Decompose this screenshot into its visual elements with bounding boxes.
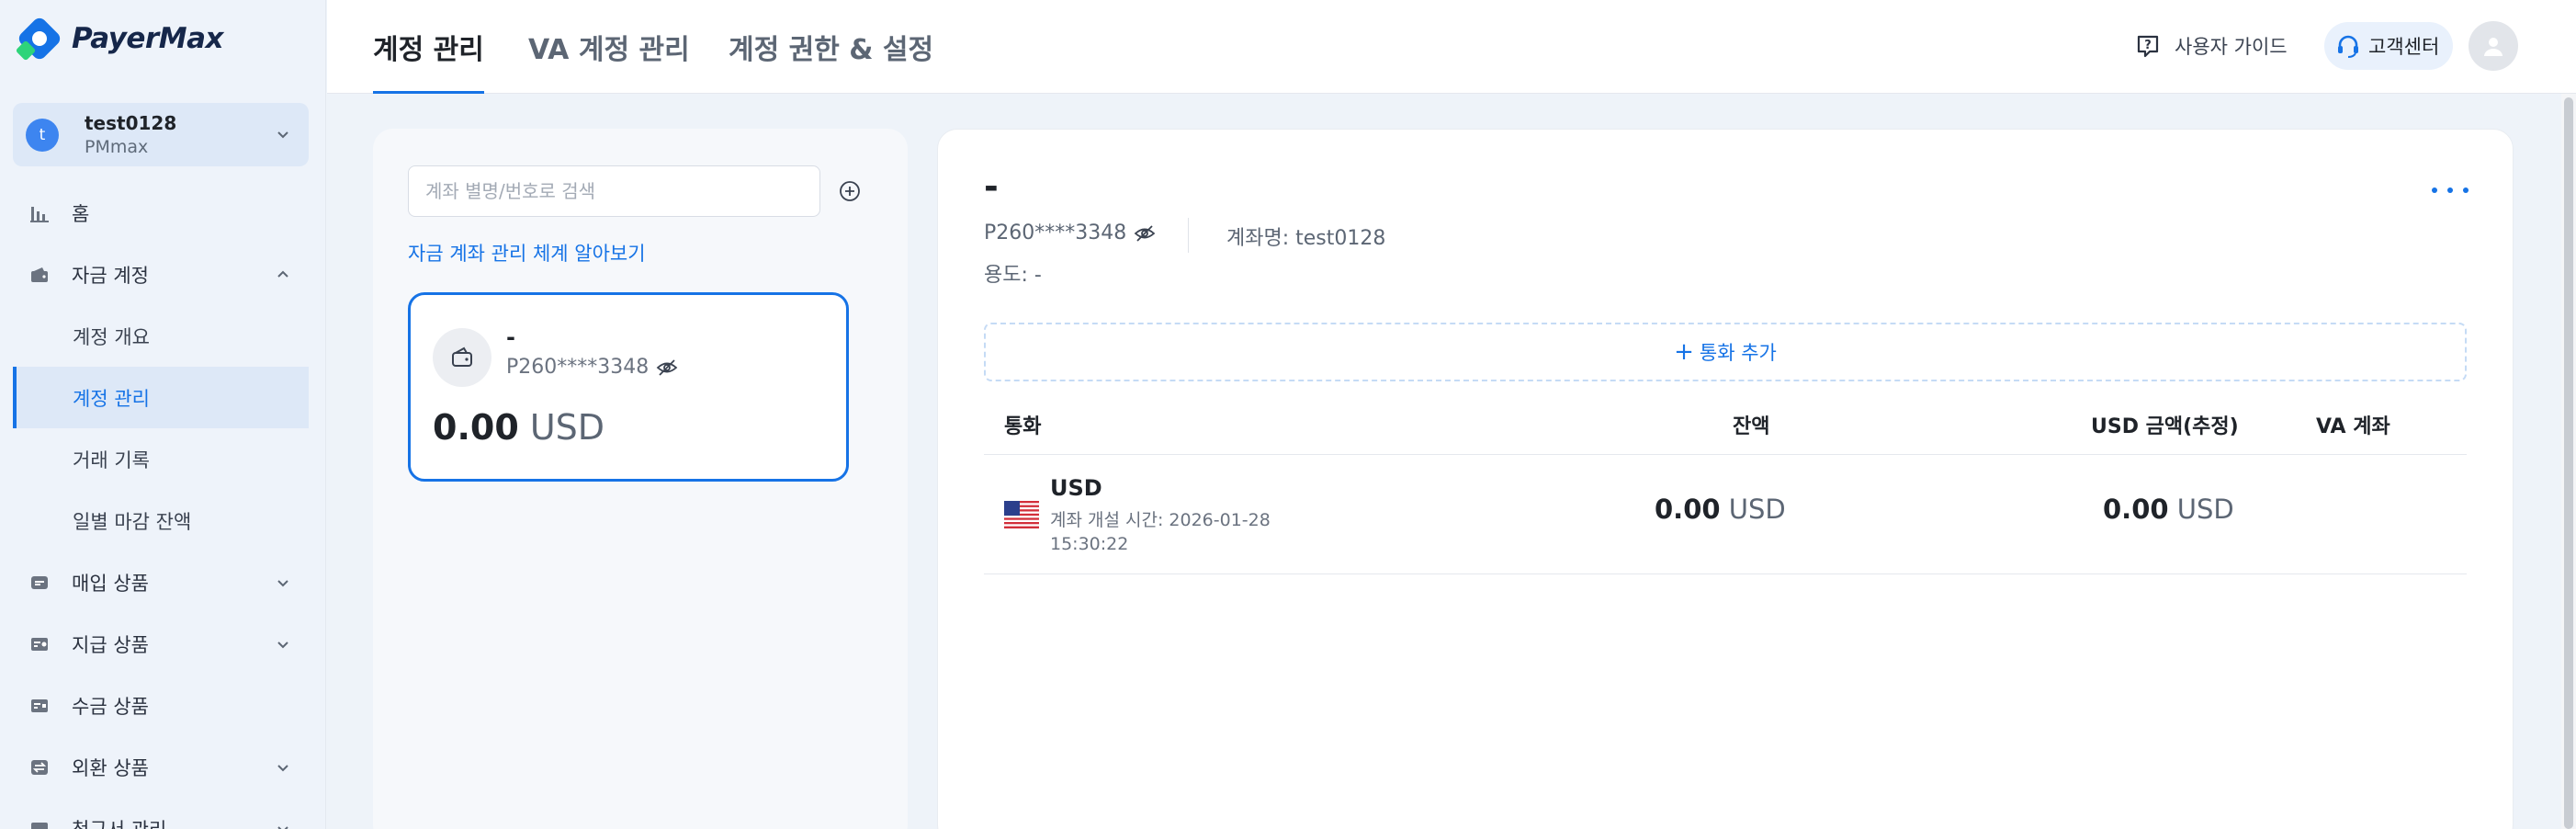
balance-amount: 0.00 xyxy=(433,407,519,448)
sidebar-subitem-daily-balance[interactable]: 일별 마감 잔액 xyxy=(13,490,309,551)
col-balance: 잔액 xyxy=(1733,415,1770,438)
tab-permissions-settings[interactable]: 계정 권한 & 설정 xyxy=(729,0,933,94)
row-usd-currency: USD xyxy=(2176,494,2234,525)
row-balance: 0.00 USD xyxy=(1655,494,1786,525)
account-switcher[interactable]: t test0128 PMmax xyxy=(13,103,309,166)
row-balance-currency: USD xyxy=(1728,494,1786,525)
sidebar-item-acquiring[interactable]: 매입 상품 xyxy=(13,551,309,613)
account-list-panel: 자금 계좌 관리 체계 알아보기 - P260****3348 0.00 USD xyxy=(373,129,908,829)
table-row: USD 계좌 개설 시간: 2026-01-28 15:30:22 0.00 U… xyxy=(984,455,2467,574)
sidebar-item-label: 자금 계정 xyxy=(72,264,149,287)
sidebar-item-payout[interactable]: 지급 상품 xyxy=(13,613,309,675)
account-detail-number: P260****3348 xyxy=(984,221,1156,244)
page-scrollbar[interactable] xyxy=(2561,94,2576,829)
user-avatar[interactable] xyxy=(2469,21,2518,71)
account-search-input[interactable] xyxy=(408,165,820,217)
brand-logo[interactable]: PayerMax xyxy=(15,13,224,64)
sidebar-item-home[interactable]: 홈 xyxy=(13,182,309,244)
tab-va-account-management[interactable]: VA 계정 관리 xyxy=(528,0,690,94)
card-icon xyxy=(29,696,50,716)
sidebar-item-label: 청구서 관리 xyxy=(72,815,166,829)
row-opened-time: 계좌 개설 시간: 2026-01-28 15:30:22 xyxy=(1050,510,1271,554)
account-detail-usage: 용도: - xyxy=(984,264,1042,287)
account-detail-panel: - P260****3348 계좌명: test0128 용도: - + 통화 … xyxy=(937,129,2514,829)
sidebar-item-fx[interactable]: 외환 상품 xyxy=(13,736,309,798)
user-guide-link[interactable]: ? 사용자 가이드 xyxy=(2134,28,2288,64)
logo-icon xyxy=(15,15,63,62)
account-tile-balance: 0.00 USD xyxy=(433,407,604,448)
plus-circle-icon[interactable] xyxy=(836,177,864,205)
exchange-icon xyxy=(29,757,50,778)
wallet-icon xyxy=(433,328,491,387)
account-tile-number: P260****3348 xyxy=(506,356,678,379)
chevron-up-icon xyxy=(277,270,288,278)
account-number-text: P260****3348 xyxy=(984,221,1127,244)
account-detail-name: 계좌명: test0128 xyxy=(1226,227,1386,250)
divider xyxy=(1188,218,1189,253)
sidebar-item-collection[interactable]: 수금 상품 xyxy=(13,675,309,736)
row-balance-amount: 0.00 xyxy=(1655,494,1721,525)
balance-currency: USD xyxy=(529,407,605,448)
svg-text:?: ? xyxy=(2144,39,2152,52)
sidebar-item-label: 매입 상품 xyxy=(72,572,149,595)
row-currency: USD xyxy=(1050,475,1102,501)
row-usd-amount-value: 0.00 xyxy=(2103,494,2169,525)
chevron-down-icon xyxy=(277,580,288,587)
sidebar-item-label: 외환 상품 xyxy=(72,756,149,779)
scrollbar-thumb[interactable] xyxy=(2564,97,2573,829)
sidebar: PayerMax t test0128 PMmax 홈 자금 계정 계정 개요 … xyxy=(0,0,326,829)
account-name: test0128 xyxy=(85,112,177,134)
chevron-down-icon xyxy=(277,765,288,772)
wallet-icon xyxy=(29,265,50,285)
question-icon: ? xyxy=(2137,35,2159,58)
add-currency-button[interactable]: + 통화 추가 xyxy=(984,323,2467,381)
sidebar-item-label: 수금 상품 xyxy=(72,695,149,718)
sidebar-item-fund-account[interactable]: 자금 계정 xyxy=(13,244,309,305)
top-header: 계정 관리 VA 계정 관리 계정 권한 & 설정 ? 사용자 가이드 고객센터 xyxy=(327,0,2576,94)
customer-center-label: 고객센터 xyxy=(2368,36,2440,58)
bar-chart-icon xyxy=(29,203,50,223)
account-number-text: P260****3348 xyxy=(506,356,650,379)
headset-icon xyxy=(2338,35,2358,58)
eye-off-icon[interactable] xyxy=(1134,222,1156,244)
chevron-down-icon xyxy=(277,131,288,139)
account-org: PMmax xyxy=(85,137,149,157)
sidebar-subitem-overview[interactable]: 계정 개요 xyxy=(13,305,309,367)
user-icon xyxy=(2484,38,2503,56)
transfer-icon xyxy=(29,634,50,654)
chevron-down-icon xyxy=(277,642,288,649)
col-usd-amount: USD 금액(추정) xyxy=(2091,415,2239,438)
brand-name: PayerMax xyxy=(72,22,224,55)
account-tile-name: - xyxy=(506,324,515,350)
plus-icon: + xyxy=(1674,338,1694,366)
sidebar-item-partial[interactable]: 청구서 관리 xyxy=(13,798,309,829)
account-tile[interactable]: - P260****3348 0.00 USD xyxy=(408,292,849,482)
sidebar-subitem-management[interactable]: 계정 관리 xyxy=(13,367,309,428)
col-currency: 통화 xyxy=(1004,415,1042,438)
learn-account-system-link[interactable]: 자금 계좌 관리 체계 알아보기 xyxy=(408,239,646,267)
user-guide-label: 사용자 가이드 xyxy=(2175,36,2288,58)
col-va-account: VA 계좌 xyxy=(2316,415,2390,438)
row-usd-amount: 0.00 USD xyxy=(2103,494,2234,525)
add-currency-label: 통화 추가 xyxy=(1699,342,1777,364)
chevron-down-icon xyxy=(277,826,288,829)
sidebar-item-label: 지급 상품 xyxy=(72,633,149,656)
eye-off-icon[interactable] xyxy=(656,357,678,379)
more-icon[interactable] xyxy=(2432,179,2469,201)
us-flag-icon xyxy=(1004,501,1039,528)
currency-table-header: 통화 잔액 USD 금액(추정) VA 계좌 xyxy=(984,394,2467,455)
account-avatar: t xyxy=(26,118,59,152)
card-icon xyxy=(29,819,50,829)
card-icon xyxy=(29,573,50,593)
sidebar-item-label: 홈 xyxy=(72,202,90,225)
tab-account-management[interactable]: 계정 관리 xyxy=(373,0,484,94)
sidebar-nav: 홈 자금 계정 계정 개요 계정 관리 거래 기록 일별 마감 잔액 매입 상품… xyxy=(13,182,309,829)
account-detail-title: - xyxy=(984,166,999,207)
sidebar-subitem-transactions[interactable]: 거래 기록 xyxy=(13,428,309,490)
customer-center-button[interactable]: 고객센터 xyxy=(2324,22,2453,70)
